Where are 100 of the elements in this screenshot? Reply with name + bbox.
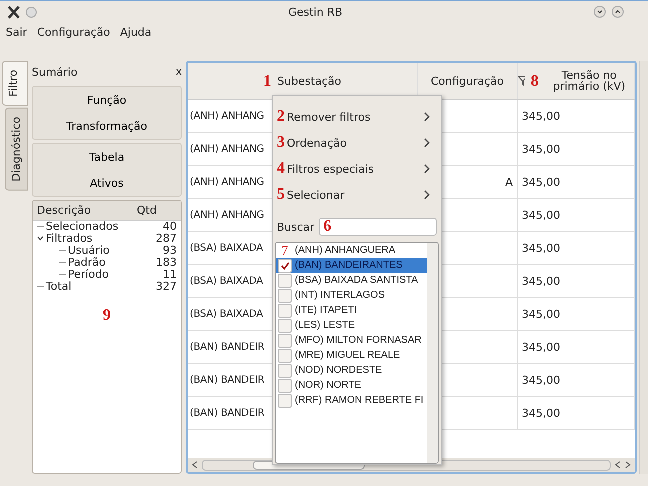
list-option[interactable]: (BAN) BANDEIRANTES [276,258,427,273]
table-cell: 345,00 [522,374,560,386]
option-label: (LES) LESTE [295,320,356,331]
table-cell: A [505,176,513,188]
table-cell: 345,00 [522,274,560,288]
group-button[interactable]: Função [33,87,181,113]
tree-item-label[interactable]: Total [46,281,72,293]
search-field[interactable]: 6 [318,218,437,236]
tree-item-count: 93 [163,245,177,257]
option-label: (ANH) ANHANGUERA [295,245,396,256]
circle-button-icon[interactable] [26,6,37,18]
option-label: (ITE) ITAPETI [295,305,358,316]
table-cell: (BAN) BANDEIR [190,374,265,386]
list-option[interactable]: (MRE) MIGUEL REALE [276,348,427,363]
callout-number: 6 [324,218,332,236]
table-cell: (ANH) ANHANG [190,210,264,220]
list-option[interactable]: (NOD) NORDESTE [276,363,427,378]
list-option[interactable]: (LES) LESTE [276,318,427,333]
menu-item[interactable]: Sair [6,26,28,38]
minimize-icon[interactable] [594,6,606,18]
table-cell: 345,00 [522,308,560,320]
tree-item-count: 11 [163,269,177,281]
menu-item[interactable]: 4 Filtros especiais [273,156,441,182]
list-option[interactable]: (RRF) RAMON REBERTE FI [276,393,427,408]
table-cell: 345,00 [522,142,560,156]
close-button[interactable]: x [176,66,182,78]
table-cell: 345,00 [522,176,560,188]
checkbox[interactable] [278,378,292,392]
checkbox[interactable] [278,274,292,288]
tree-item-label[interactable]: Filtrados [46,233,93,245]
callout-number: 8 [530,76,539,86]
column-header[interactable]: Qtd [137,204,177,217]
filter-icon[interactable] [518,76,525,86]
panel-title: Sumário [32,66,78,78]
option-label: (INT) INTERLAGOS [295,290,386,301]
tree-item-count: 327 [156,281,177,293]
tree-item-label[interactable]: Selecionados [46,221,119,233]
column-header[interactable]: Configuração [430,76,504,86]
tree-item-count: 183 [156,257,177,269]
option-label: (NOD) NORDESTE [295,365,382,376]
table-cell: (BSA) BAIXADA [190,276,264,286]
menu-item[interactable]: 3 Ordenação [273,130,441,156]
callout-number: 4 [277,160,285,178]
callout-number: 5 [277,186,285,204]
menu-item[interactable]: Configuração [37,26,110,38]
check-icon [280,262,290,270]
checkbox[interactable] [278,304,292,318]
checkbox[interactable] [278,258,292,272]
list-option[interactable]: (INT) INTERLAGOS [276,288,427,303]
column-header[interactable]: Tensão no primário (kV) [544,70,634,92]
checkbox[interactable] [278,288,292,302]
tree-item-label[interactable]: Padrão [68,257,106,269]
checkbox[interactable] [278,318,292,332]
table-cell: 345,00 [522,208,560,222]
option-label: (BAN) BANDEIRANTES [295,260,403,271]
menu-item[interactable]: 5 Selecionar [273,182,441,208]
table-cell: (ANH) ANHANG [190,110,264,122]
option-label: (MRE) MIGUEL REALE [295,350,400,361]
app-logo-icon [8,6,20,18]
table-cell: 345,00 [522,110,560,122]
menu-item[interactable]: 2 Remover filtros [273,104,441,130]
callout-number: 2 [277,108,285,126]
checkbox[interactable] [278,334,292,348]
maximize-icon[interactable] [612,6,624,18]
table-cell: (ANH) ANHANG [190,176,264,188]
table-cell: 345,00 [522,406,560,420]
menu-item-label: Remover filtros [287,110,371,124]
tree-line-icon [59,272,66,278]
tree-item-count: 40 [163,221,177,233]
option-label: (MFO) MILTON FORNASAR [295,335,422,346]
tree-item-label[interactable]: Usuário [68,245,110,257]
checkbox[interactable] [278,348,292,362]
scroll-arrows-icon[interactable] [615,461,631,469]
side-tab[interactable]: Filtro [2,61,28,106]
group-button[interactable]: Transformação [33,113,181,139]
list-option[interactable]: (ITE) ITAPETI [276,303,427,318]
table-cell: (BSA) BAIXADA [190,308,264,320]
list-option[interactable]: 7 (ANH) ANHANGUERA [276,243,427,258]
callout-number: 9 [103,307,111,324]
scroll-left-icon[interactable] [192,461,198,469]
column-header[interactable]: Descrição [37,204,137,217]
checkbox[interactable] [278,364,292,378]
group-button[interactable]: Tabela [33,144,181,170]
option-label: (RRF) RAMON REBERTE FI [295,395,424,406]
group-button[interactable]: Ativos [33,170,181,196]
tree-line-icon [59,260,66,266]
column-header[interactable]: Subestação [277,76,342,86]
list-option[interactable]: (BSA) BAIXADA SANTISTA [276,273,427,288]
tree-item-label[interactable]: Período [68,269,110,281]
list-option[interactable]: (NOR) NORTE [276,378,427,393]
option-label: (NOR) NORTE [295,380,362,391]
callout-number: 7 [280,244,290,256]
side-tab[interactable]: Diagnóstico [5,108,28,191]
checkbox[interactable] [278,394,292,408]
list-option[interactable]: (MFO) MILTON FORNASAR [276,333,427,348]
tree-item-count: 287 [156,233,177,245]
menu-item[interactable]: Ajuda [120,26,152,38]
menu-item-label: Filtros especiais [287,162,374,176]
tree-line-icon [59,248,66,254]
tree-line-icon [37,224,44,230]
